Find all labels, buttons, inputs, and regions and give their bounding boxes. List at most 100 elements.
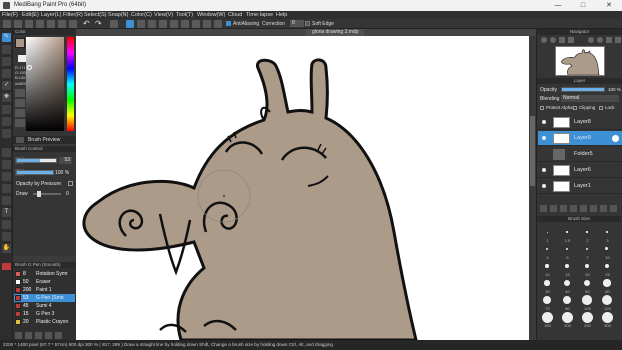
hand-tool-icon[interactable]: ✋ bbox=[2, 244, 11, 253]
new-halftone-layer-icon[interactable] bbox=[550, 205, 557, 212]
move-tool-icon[interactable]: ✥ bbox=[2, 93, 11, 102]
new-icon[interactable] bbox=[3, 20, 11, 28]
select-rect-icon[interactable] bbox=[126, 20, 134, 28]
brush-size-dot[interactable] bbox=[541, 311, 553, 323]
brush-size-dot[interactable] bbox=[582, 295, 592, 305]
document-tab[interactable]: gloria drawing 3.mdp bbox=[306, 29, 365, 36]
color-picker-cursor[interactable] bbox=[27, 65, 32, 70]
brush-size-dot[interactable] bbox=[581, 311, 593, 323]
menu-select[interactable]: Select(S) bbox=[84, 12, 107, 18]
antialiasing-checkbox[interactable] bbox=[226, 21, 231, 26]
brush-size-dot[interactable] bbox=[584, 263, 590, 269]
share-icon[interactable] bbox=[47, 20, 55, 28]
actual-size-icon[interactable] bbox=[568, 37, 574, 43]
eye-icon[interactable] bbox=[542, 184, 546, 188]
brush-list-item[interactable]: 45 Sumi 4 bbox=[14, 302, 75, 310]
eyedropper-tool-icon[interactable] bbox=[2, 232, 11, 241]
brush-size-dot[interactable] bbox=[545, 264, 549, 268]
add-brush-icon[interactable] bbox=[15, 332, 22, 339]
menu-edit[interactable]: Edit(E) bbox=[22, 12, 39, 18]
brush-list-item[interactable]: 20 Plastic Crayon bbox=[14, 318, 75, 326]
hue-slider[interactable] bbox=[67, 37, 74, 131]
select-tool-icon[interactable] bbox=[2, 148, 11, 157]
layer-row[interactable]: Layer8 bbox=[538, 115, 622, 130]
shape-tool-icon[interactable] bbox=[2, 69, 11, 78]
brush-size-dot[interactable] bbox=[563, 279, 570, 286]
draw-slider-thumb[interactable] bbox=[37, 191, 41, 197]
brush-opacity-slider[interactable] bbox=[16, 170, 54, 175]
menu-file[interactable]: File(F) bbox=[2, 12, 18, 18]
draw-value[interactable]: 0 bbox=[66, 191, 69, 197]
menu-color[interactable]: Color(C) bbox=[131, 12, 152, 18]
menu-view[interactable]: View(V) bbox=[154, 12, 173, 18]
export-icon[interactable] bbox=[58, 20, 66, 28]
select-lasso-icon[interactable] bbox=[137, 20, 145, 28]
layer-row[interactable]: Layer9 bbox=[538, 131, 622, 146]
clipping-checkbox[interactable] bbox=[573, 106, 577, 110]
palette-icon[interactable] bbox=[15, 89, 25, 97]
brush-opacity-value[interactable]: 100 % bbox=[55, 170, 69, 176]
brush-size-dot[interactable] bbox=[566, 231, 568, 233]
merge-down-icon[interactable] bbox=[580, 205, 587, 212]
snap-radial-icon[interactable] bbox=[203, 20, 211, 28]
brush-list-item[interactable]: 15 G Pen 3 bbox=[14, 310, 75, 318]
fill-tool-icon[interactable] bbox=[2, 117, 11, 126]
drawing-canvas[interactable] bbox=[76, 36, 536, 340]
transform-icon[interactable] bbox=[110, 20, 118, 28]
redo-icon[interactable]: ↷ bbox=[95, 20, 103, 28]
magic-wand-tool-icon[interactable] bbox=[2, 172, 11, 181]
brush-size-dot[interactable] bbox=[586, 231, 588, 233]
delete-brush-icon[interactable] bbox=[55, 332, 62, 339]
color-tab-icon[interactable] bbox=[16, 137, 24, 143]
brush-size-slider[interactable] bbox=[16, 158, 57, 163]
snap-parallel-icon[interactable] bbox=[181, 20, 189, 28]
foreground-swatch[interactable] bbox=[2, 263, 11, 270]
menu-layer[interactable]: Layer(L) bbox=[41, 12, 61, 18]
brush-size-dot[interactable] bbox=[543, 296, 551, 304]
cloud-brush-icon[interactable] bbox=[45, 332, 52, 339]
navigator-preview[interactable] bbox=[555, 46, 605, 76]
brush-size-dot[interactable] bbox=[585, 247, 589, 251]
brush-settings-icon[interactable] bbox=[25, 332, 32, 339]
new-folder-icon[interactable] bbox=[560, 205, 567, 212]
brush-preview-tab[interactable]: Brush Preview bbox=[13, 136, 76, 144]
brush-size-dot[interactable] bbox=[544, 280, 550, 286]
menu-filter[interactable]: Filter(R) bbox=[63, 12, 83, 18]
menu-help[interactable]: Help bbox=[276, 12, 287, 18]
eye-icon[interactable] bbox=[542, 120, 546, 124]
brush-list-item[interactable]: 50 Eraser bbox=[14, 278, 75, 286]
brush-size-dot[interactable] bbox=[565, 247, 569, 251]
minimize-icon[interactable]: — bbox=[553, 1, 563, 10]
layer-opacity-value[interactable]: 100 % bbox=[608, 87, 621, 92]
snap-cross-icon[interactable] bbox=[192, 20, 200, 28]
zoom-in-icon[interactable] bbox=[541, 37, 547, 43]
folder-icon[interactable] bbox=[35, 332, 42, 339]
layer-row[interactable]: Layer1 bbox=[538, 179, 622, 194]
clear-layer-icon[interactable] bbox=[590, 205, 597, 212]
menu-timelapse[interactable]: Time-lapse bbox=[246, 12, 273, 18]
eye-icon[interactable] bbox=[542, 136, 546, 140]
menu-tool[interactable]: Tool(T) bbox=[176, 12, 193, 18]
reset-view-icon[interactable] bbox=[615, 37, 621, 43]
brush-size-dot[interactable] bbox=[605, 247, 609, 251]
open-icon[interactable] bbox=[14, 20, 22, 28]
brush-size-dot[interactable] bbox=[601, 294, 613, 306]
brush-size-dot[interactable] bbox=[562, 295, 572, 305]
rotate-left-icon[interactable] bbox=[588, 37, 594, 43]
eraser-tool-icon[interactable] bbox=[2, 45, 11, 54]
brush-size-dot[interactable] bbox=[565, 264, 569, 268]
eye-icon[interactable] bbox=[542, 168, 546, 172]
select-eraser-tool-icon[interactable] bbox=[2, 196, 11, 205]
duplicate-layer-icon[interactable] bbox=[570, 205, 577, 212]
new-layer-icon[interactable] bbox=[540, 205, 547, 212]
undo-icon[interactable]: ↶ bbox=[83, 20, 91, 28]
brush-size-dot[interactable] bbox=[583, 279, 591, 287]
brush-size-dot[interactable] bbox=[546, 231, 548, 233]
primary-color-swatch[interactable] bbox=[15, 38, 25, 48]
brush-size-dot[interactable] bbox=[604, 263, 610, 269]
close-icon[interactable]: ✕ bbox=[604, 1, 614, 10]
brush-size-dot[interactable] bbox=[546, 248, 548, 250]
rgb-icon[interactable] bbox=[15, 109, 25, 117]
hsv-icon[interactable] bbox=[15, 99, 25, 107]
brush-size-dot[interactable] bbox=[561, 311, 573, 323]
